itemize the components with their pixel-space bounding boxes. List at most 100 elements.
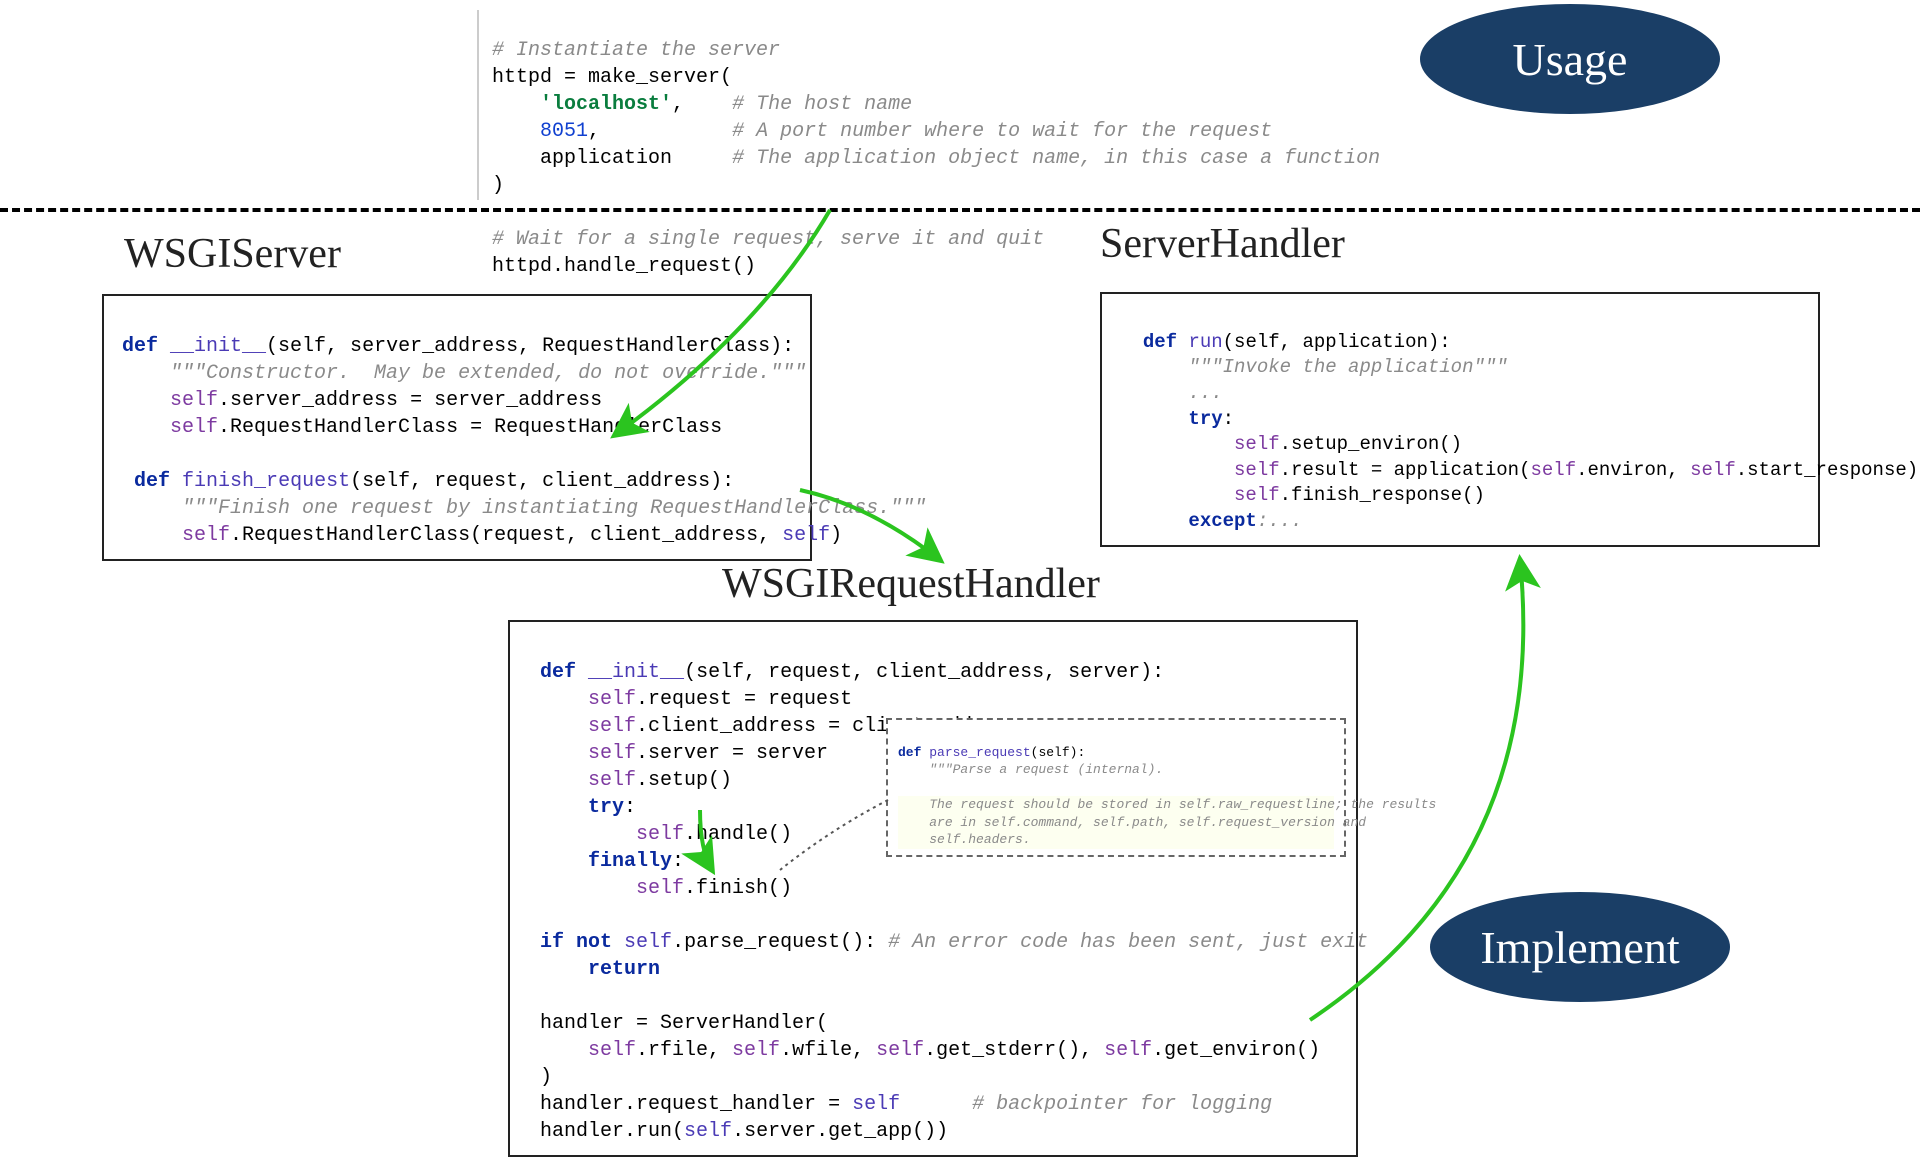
finally-keyword: finally xyxy=(588,850,672,873)
code-fragment: .start_response) xyxy=(1736,459,1918,481)
code-line: ) xyxy=(492,174,504,197)
self: self xyxy=(732,1039,780,1062)
top-code: # Instantiate the server httpd = make_se… xyxy=(492,10,1380,280)
self: self xyxy=(588,1039,636,1062)
serverhandler-code: def run(self, application): """Invoke th… xyxy=(1100,292,1820,547)
comment: # Instantiate the server xyxy=(492,39,780,62)
code-fragment: .handle() xyxy=(684,823,792,846)
self: self xyxy=(588,742,636,765)
code-fragment: handler.request_handler = xyxy=(540,1093,852,1116)
implement-badge-label: Implement xyxy=(1480,921,1679,974)
code-fragment: ) xyxy=(830,524,842,547)
comment: # A port number where to wait for the re… xyxy=(732,120,1272,143)
code-line: httpd = make_server( xyxy=(492,66,732,89)
self: self xyxy=(624,931,672,954)
self: self xyxy=(1234,484,1280,506)
params: (self, server_address, RequestHandlerCla… xyxy=(266,335,794,358)
docstring: are in self.command, self.path, self.req… xyxy=(929,815,1366,830)
code-fragment: .get_stderr(), xyxy=(924,1039,1104,1062)
self: self xyxy=(852,1093,900,1116)
top-code-gutter xyxy=(477,10,479,200)
ellipsis: ... xyxy=(1188,382,1222,404)
code-fragment: .finish_response() xyxy=(1280,484,1485,506)
fn-name: __init__ xyxy=(588,661,684,684)
def-keyword: def xyxy=(1143,331,1177,353)
code-line: handler = ServerHandler( xyxy=(540,1012,828,1035)
arg: application xyxy=(540,147,672,170)
fn-name: run xyxy=(1188,331,1222,353)
docstring: """Constructor. May be extended, do not … xyxy=(170,362,806,385)
params: (self, request, client_address): xyxy=(350,470,734,493)
docstring: """Invoke the application""" xyxy=(1188,356,1507,378)
code-fragment: .wfile, xyxy=(780,1039,876,1062)
code-fragment: .request = request xyxy=(636,688,852,711)
code-fragment: .RequestHandlerClass = RequestHandlerCla… xyxy=(218,416,722,439)
wsgirequesthandler-label: WSGIRequestHandler xyxy=(722,560,1100,608)
implement-badge: Implement xyxy=(1430,892,1730,1002)
params: (self, application): xyxy=(1223,331,1451,353)
ellipsis: :... xyxy=(1257,510,1303,532)
spacer xyxy=(900,1093,972,1116)
try-keyword: try xyxy=(588,796,624,819)
usage-badge: Usage xyxy=(1420,4,1720,114)
comment: # An error code has been sent, just exit xyxy=(888,931,1368,954)
self: self xyxy=(782,524,830,547)
def-keyword: def xyxy=(898,745,921,760)
self: self xyxy=(1234,433,1280,455)
wsgiserver-label: WSGIServer xyxy=(124,230,341,278)
docstring: """Parse a request (internal). xyxy=(929,762,1163,777)
fn-name: parse_request xyxy=(929,745,1030,760)
code-fragment: .RequestHandlerClass(request, client_add… xyxy=(230,524,782,547)
comment: # The application object name, in this c… xyxy=(732,147,1380,170)
return-keyword: return xyxy=(588,958,660,981)
self: self xyxy=(170,389,218,412)
code-fragment: .server = server xyxy=(636,742,828,765)
comma: , xyxy=(588,120,600,143)
comment: # backpointer for logging xyxy=(972,1093,1272,1116)
self: self xyxy=(588,769,636,792)
params: (self, request, client_address, server): xyxy=(684,661,1164,684)
self: self xyxy=(636,823,684,846)
self: self xyxy=(170,416,218,439)
usage-badge-label: Usage xyxy=(1513,33,1628,86)
self: self xyxy=(1530,459,1576,481)
fn-name: __init__ xyxy=(170,335,266,358)
code-line: ) xyxy=(540,1066,552,1089)
self: self xyxy=(1104,1039,1152,1062)
code-fragment: .setup_environ() xyxy=(1280,433,1462,455)
code-fragment: .rfile, xyxy=(636,1039,732,1062)
def-keyword: def xyxy=(540,661,576,684)
params: (self): xyxy=(1031,745,1086,760)
def-keyword: def xyxy=(122,335,158,358)
fn-name: finish_request xyxy=(182,470,350,493)
docstring: The request should be stored in self.raw… xyxy=(929,797,1436,812)
code-fragment: .server_address = server_address xyxy=(218,389,602,412)
self: self xyxy=(636,877,684,900)
code-fragment: .setup() xyxy=(636,769,732,792)
parse-request-inset: def parse_request(self): """Parse a requ… xyxy=(886,718,1346,857)
colon: : xyxy=(1223,408,1234,430)
code-fragment: .finish() xyxy=(684,877,792,900)
code-fragment: .environ, xyxy=(1576,459,1690,481)
number-literal: 8051 xyxy=(540,120,588,143)
colon: : xyxy=(624,796,636,819)
def-keyword: def xyxy=(134,470,170,493)
if-keyword: if not xyxy=(540,931,612,954)
self: self xyxy=(182,524,230,547)
wsgirequesthandler-code: def __init__(self, request, client_addre… xyxy=(508,620,1358,1157)
self: self xyxy=(1234,459,1280,481)
code-fragment: handler.run( xyxy=(540,1120,684,1143)
try-keyword: try xyxy=(1188,408,1222,430)
comment: # Wait for a single request, serve it an… xyxy=(492,228,1044,251)
wsgiserver-code: def __init__(self, server_address, Reque… xyxy=(102,294,812,561)
colon: : xyxy=(672,850,684,873)
docstring: self.headers. xyxy=(929,832,1030,847)
code-line: httpd.handle_request() xyxy=(492,255,756,278)
comma: , xyxy=(672,93,684,116)
self: self xyxy=(1690,459,1736,481)
code-fragment: .result = application( xyxy=(1280,459,1531,481)
code-fragment: .parse_request(): xyxy=(672,931,888,954)
code-fragment: .server.get_app()) xyxy=(732,1120,948,1143)
except-keyword: except xyxy=(1188,510,1256,532)
self: self xyxy=(684,1120,732,1143)
